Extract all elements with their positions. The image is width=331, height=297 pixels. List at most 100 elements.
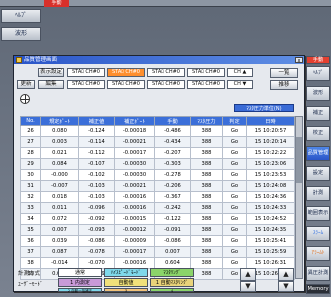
table-cell: 34: [20, 213, 41, 225]
table-header-cell: 補正値: [78, 116, 115, 126]
channel-chip-1b[interactable]: STAﾛ CH#0: [67, 80, 105, 89]
mode-highspeed[interactable]: ﾊｲｽﾋﾟｰﾄﾞﾓｰﾄﾞ: [104, 268, 148, 277]
channel-chip-3a[interactable]: STAﾛ CH#0: [147, 68, 185, 77]
table-row[interactable]: 37 0.087 -0.078 -0.00017 0.007 388 Go 15 10:25:…: [20, 246, 295, 258]
right-alarm-button[interactable]: ｱﾗｰﾑﾄ: [306, 246, 330, 261]
target-icon[interactable]: [20, 94, 30, 104]
table-cell: 388: [190, 136, 223, 148]
user-mode-1[interactable]: 1 内測定: [58, 278, 102, 287]
table-cell: Go: [222, 125, 247, 137]
dialog-title: 品質管理画面: [24, 57, 58, 63]
user-mode-4[interactable]: 4: [150, 288, 194, 293]
trend-button[interactable]: 推移: [270, 80, 298, 90]
update-button[interactable]: 更新: [17, 80, 35, 89]
table-row[interactable]: 38 -0.014 -0.070 -0.00016 0.604 388 Go 15 10:26…: [20, 257, 295, 269]
edit-button[interactable]: 編集: [38, 80, 64, 89]
table-cell: -0.000: [40, 169, 79, 181]
channel-chip-2b[interactable]: STAﾛ CH#0: [107, 80, 145, 89]
channel-chip-2a[interactable]: STAﾛ CH#0: [107, 68, 145, 77]
table-cell: -0.367: [154, 191, 191, 203]
table-header-cell: 規定ﾎﾟｰﾄ: [40, 116, 79, 126]
table-cell: -0.00021: [114, 180, 155, 192]
table-row[interactable]: 36 0.039 -0.086 -0.00009 -0.086 388 Go 15 10:25…: [20, 235, 295, 247]
table-header-cell: 手動: [154, 116, 191, 126]
table-row[interactable]: 28 0.021 -0.112 -0.00017 -0.207 388 Go 15 10:22…: [20, 147, 295, 159]
mode-normal[interactable]: 通常: [58, 268, 102, 277]
table-cell: 388: [190, 246, 223, 258]
mode-mastering[interactable]: ﾏｽﾀﾘﾝｸﾞ: [150, 268, 194, 277]
user-mode-2[interactable]: 2 自動一括補正: [58, 288, 102, 293]
table-cell: Go: [222, 246, 247, 258]
list-button[interactable]: 一覧: [270, 68, 298, 78]
table-cell: 0.021: [40, 147, 79, 159]
channel-chip-1a[interactable]: STAﾛ CH#0: [67, 68, 105, 77]
table-cell: -0.122: [154, 213, 191, 225]
table-cell: -0.00017: [114, 147, 155, 159]
display-settings-button[interactable]: 表示設定: [38, 68, 64, 77]
table-scrollbar[interactable]: [295, 116, 303, 279]
table-cell: 37: [20, 246, 41, 258]
right-measure-button[interactable]: 計測: [306, 186, 330, 201]
table-cell: 0.018: [40, 191, 79, 203]
table-cell: -0.102: [78, 169, 115, 181]
table-header-row: No. 規定ﾎﾟｰﾄ 補正値 補正ﾎﾟｰﾄ 手動 ﾏｽﾀ圧力 判定 日時: [20, 116, 295, 126]
right-slam-button[interactable]: ｽﾗｰﾑ: [306, 226, 330, 241]
table-cell: 388: [190, 202, 223, 214]
table-cell: 388: [190, 268, 223, 280]
close-button[interactable]: x: [295, 57, 303, 64]
scroll-thumb[interactable]: [296, 137, 302, 183]
table-row[interactable]: 29 0.084 -0.107 -0.00030 -0.303 388 Go 15 10:23…: [20, 158, 295, 170]
right-manual-badge: 手動: [306, 56, 330, 64]
table-cell: -0.124: [78, 125, 115, 137]
arrow-up-button[interactable]: ▲: [240, 268, 256, 281]
table-row[interactable]: 35 0.007 -0.093 -0.00012 -0.091 388 Go 15 10:24…: [20, 224, 295, 236]
table-cell: Go: [222, 224, 247, 236]
table-cell: -0.00016: [114, 257, 155, 269]
table-cell: 29: [20, 158, 41, 170]
table-cell: Go: [222, 202, 247, 214]
channel-down-button[interactable]: CH ▼: [227, 80, 253, 89]
arrow-down-button[interactable]: ▼: [240, 281, 256, 292]
table-row[interactable]: 30 -0.000 -0.102 -0.00030 -0.278 388 Go 15 10:2…: [20, 169, 295, 181]
table-row[interactable]: 27 0.003 -0.114 -0.00021 -0.434 388 Go 15 10:20…: [20, 136, 295, 148]
table-cell: 388: [190, 191, 223, 203]
table-cell: Go: [222, 213, 247, 225]
right-settings-button[interactable]: 設定: [306, 166, 330, 181]
table-cell: -0.242: [154, 202, 191, 214]
right-pressure-button[interactable]: 異圧計測: [306, 266, 330, 281]
table-cell: 0.007: [154, 246, 191, 258]
right-correct-button[interactable]: 補正: [306, 106, 330, 121]
background-help-button[interactable]: ﾍﾙﾌﾟ: [1, 9, 41, 23]
background-wave-button[interactable]: 波形: [1, 27, 41, 41]
arrow-down-right-button[interactable]: ▼: [278, 281, 294, 292]
arrow-up-right-button[interactable]: ▲: [278, 268, 294, 281]
user-mode-3[interactable]: 3: [104, 288, 148, 293]
screen: 手動 ﾍﾙﾌﾟ 波形 品質管理画面 x 表示設定 STAﾛ CH#0 STAﾛ …: [0, 0, 331, 297]
table-row[interactable]: 32 0.018 -0.103 -0.00016 -0.367 388 Go 15 10:24…: [20, 191, 295, 203]
right-quality-button[interactable]: 品質管理: [306, 146, 330, 161]
unit-button[interactable]: ﾏｽﾀ圧力単位(N): [234, 104, 294, 112]
channel-chip-4a[interactable]: STAﾛ CH#0: [187, 68, 225, 77]
right-help-button[interactable]: ﾍﾙﾌﾟ: [306, 66, 330, 81]
right-calibrate-button[interactable]: 校正: [306, 126, 330, 141]
channel-chip-4b[interactable]: STAﾛ CH#0: [187, 80, 225, 89]
table-cell: -0.103: [78, 191, 115, 203]
table-cell: 388: [190, 158, 223, 170]
right-wave-button[interactable]: 波形: [306, 86, 330, 101]
table-cell: 0.039: [40, 235, 79, 247]
user-mode-auto[interactable]: 自動値: [104, 278, 148, 287]
user-mode-auto-master[interactable]: 1 自動ﾏｽﾀﾘﾝｸﾞ: [150, 278, 194, 287]
table-cell: 15 10:22:22: [246, 147, 295, 159]
table-cell: Go: [222, 147, 247, 159]
table-row[interactable]: 31 -0.007 -0.103 -0.00021 -0.206 388 Go 15 10:2…: [20, 180, 295, 192]
table-row[interactable]: 34 0.072 -0.092 -0.00015 -0.122 388 Go 15 10:24…: [20, 213, 295, 225]
channel-chip-3b[interactable]: STAﾛ CH#0: [147, 80, 185, 89]
table-row[interactable]: 33 0.011 -0.096 -0.00016 -0.242 388 Go 15 10:24…: [20, 202, 295, 214]
right-range-button[interactable]: 範囲表示: [306, 206, 330, 221]
table-cell: 0.011: [40, 202, 79, 214]
channel-up-button[interactable]: CH ▲: [227, 68, 253, 77]
table-cell: 30: [20, 169, 41, 181]
memory-button[interactable]: Memory: [306, 284, 330, 294]
table-row[interactable]: 26 0.080 -0.124 -0.00018 -0.486 388 Go 15 10:20…: [20, 125, 295, 137]
table-cell: 388: [190, 169, 223, 181]
